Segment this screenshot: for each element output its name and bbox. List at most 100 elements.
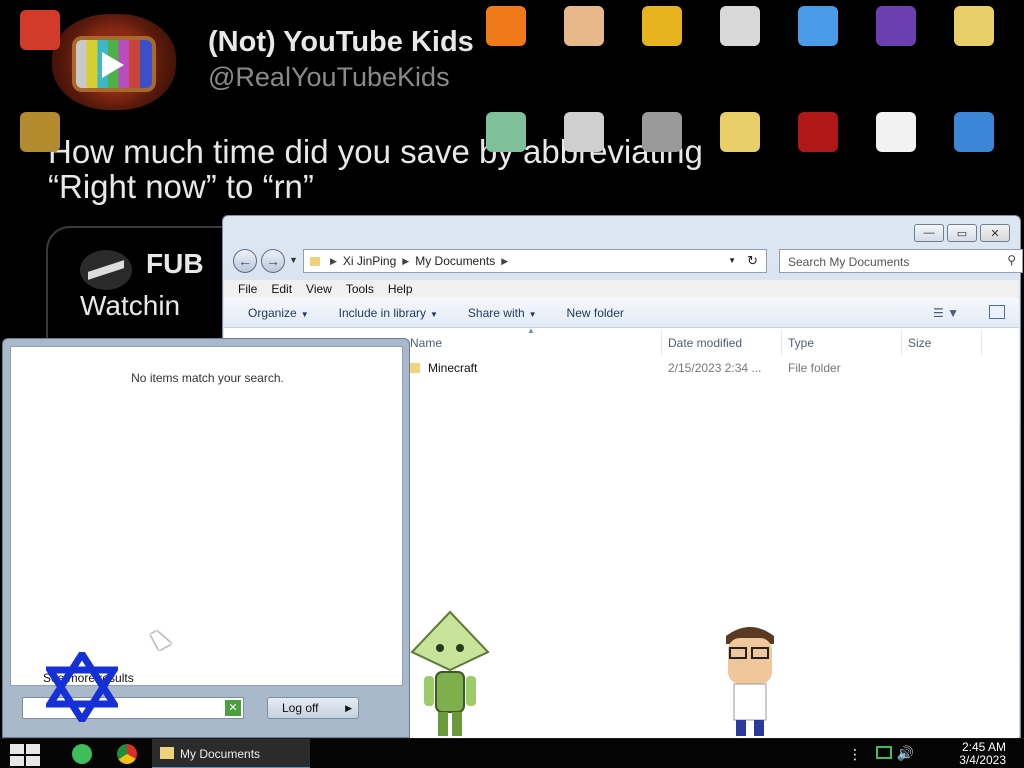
- desktop-icon[interactable]: [858, 6, 934, 49]
- clock-date: 3/4/2023: [959, 753, 1006, 767]
- row-name: Minecraft: [428, 361, 478, 375]
- spotify-icon[interactable]: [72, 744, 92, 764]
- desktop-icon[interactable]: [702, 112, 778, 155]
- window-controls: — ▭ ✕: [911, 224, 1010, 242]
- skull-icon: [564, 112, 604, 152]
- menu-file[interactable]: File: [238, 280, 257, 298]
- maximize-button[interactable]: ▭: [947, 224, 977, 242]
- chrome-icon[interactable]: [117, 744, 137, 764]
- close-button[interactable]: ✕: [980, 224, 1010, 242]
- menu-tools[interactable]: Tools: [346, 280, 374, 298]
- column-header-type[interactable]: Type: [782, 330, 902, 356]
- column-header-size[interactable]: Size: [902, 330, 982, 356]
- menu-edit[interactable]: Edit: [271, 280, 292, 298]
- menu-help[interactable]: Help: [388, 280, 413, 298]
- no-results-text: No items match your search.: [131, 371, 284, 385]
- volume-icon[interactable]: 🔊: [897, 745, 914, 762]
- desktop-icon[interactable]: [936, 112, 1012, 155]
- breadcrumb-separator-icon: ▶: [402, 255, 410, 266]
- desktop-icon[interactable]: [702, 6, 778, 49]
- table-row[interactable]: Minecraft 2/15/2023 2:34 ... File folder: [404, 358, 1004, 378]
- flash-folder-icon: [720, 112, 760, 152]
- desktop-icon[interactable]: [624, 112, 700, 155]
- desktop-icon[interactable]: [624, 6, 700, 49]
- taskbar-item-label: My Documents: [180, 747, 261, 761]
- avast-icon: [486, 6, 526, 46]
- star-of-david-icon: [46, 652, 118, 722]
- clock[interactable]: 2:45 AM 3/4/2023: [946, 741, 1006, 767]
- breadcrumb-my-documents[interactable]: My Documents: [415, 254, 495, 268]
- tweet-handle: @RealYouTubeKids: [208, 62, 450, 92]
- desktop-icon[interactable]: [780, 6, 856, 49]
- explorer-search-input[interactable]: Search My Documents ⚲: [779, 249, 1023, 273]
- breadcrumb-separator-icon: ▶: [501, 255, 509, 266]
- computer-icon: [954, 112, 994, 152]
- search-placeholder: Search My Documents: [788, 255, 910, 269]
- network-icon[interactable]: [876, 746, 892, 759]
- angry-bird-icon: [20, 10, 60, 50]
- overflow-dots-icon[interactable]: ⋮: [848, 746, 862, 763]
- desktop-icon[interactable]: [468, 6, 544, 49]
- de-logo-icon: [642, 6, 682, 46]
- quoted-text: Watchin: [80, 290, 181, 321]
- browser-icon: [798, 6, 838, 46]
- window-app-icon: [486, 112, 526, 152]
- start-button[interactable]: [8, 743, 42, 767]
- include-in-library-button[interactable]: Include in library ▼: [339, 306, 438, 320]
- log-off-button[interactable]: Log off ▶: [267, 697, 359, 719]
- view-options-icon[interactable]: ☰ ▼: [933, 306, 959, 320]
- menu-bar: File Edit View Tools Help: [224, 280, 1019, 298]
- menu-view[interactable]: View: [306, 280, 332, 298]
- desktop-icon[interactable]: [2, 112, 78, 155]
- tweet-display-name: (Not) YouTube Kids: [208, 26, 474, 58]
- support-person-icon: [564, 6, 604, 46]
- quoted-avatar-icon: [80, 250, 132, 290]
- green-cartoon-character: [410, 610, 490, 736]
- search-results-panel: No items match your search. See more res…: [10, 346, 403, 686]
- log-off-label: Log off: [282, 701, 319, 715]
- chevron-down-icon: ▼: [430, 309, 438, 319]
- taskbar: My Documents ⋮ 🔊 2:45 AM 3/4/2023: [0, 738, 1024, 768]
- forward-arrow-icon[interactable]: →: [261, 249, 285, 273]
- seven-zip-icon: [20, 112, 60, 152]
- desktop-icon[interactable]: [468, 112, 544, 155]
- row-date: 2/15/2023 2:34 ...: [668, 361, 762, 375]
- chevron-right-icon[interactable]: ▶: [345, 698, 352, 718]
- folder-icon: [310, 256, 320, 266]
- desktop-icon[interactable]: [936, 6, 1012, 49]
- taskbar-item-my-documents[interactable]: My Documents: [152, 739, 310, 768]
- refresh-icon[interactable]: ↻: [747, 253, 758, 269]
- desktop-icon[interactable]: [780, 112, 856, 155]
- organize-button[interactable]: Organize ▼: [248, 306, 309, 320]
- document-icon: [876, 112, 916, 152]
- new-folder-button[interactable]: New folder: [567, 306, 624, 320]
- address-dropdown-icon[interactable]: ▼: [728, 256, 736, 265]
- search-icon[interactable]: ⚲: [1007, 253, 1016, 267]
- column-header-date[interactable]: Date modified: [662, 330, 782, 356]
- chevron-down-icon: ▼: [300, 309, 309, 319]
- breadcrumb-separator-icon: ▶: [330, 255, 337, 266]
- desktop-icon[interactable]: [546, 112, 622, 155]
- minimize-button[interactable]: —: [914, 224, 944, 242]
- clear-search-icon[interactable]: ✕: [225, 700, 241, 716]
- organize-label: Organize: [248, 305, 297, 320]
- back-arrow-icon[interactable]: ←: [233, 249, 257, 273]
- row-type: File folder: [788, 361, 841, 375]
- desktop-icon[interactable]: [2, 10, 78, 53]
- desktop-icon[interactable]: [858, 112, 934, 155]
- breadcrumb-xi-jinping[interactable]: Xi JinPing: [343, 254, 396, 268]
- share-with-button[interactable]: Share with ▼: [468, 306, 537, 320]
- desktop-icon[interactable]: [546, 6, 622, 49]
- include-label: Include in library: [338, 305, 426, 320]
- column-header-name[interactable]: Name: [404, 330, 662, 356]
- user-folder-icon: [954, 6, 994, 46]
- preview-pane-icon[interactable]: [989, 305, 1005, 319]
- address-bar[interactable]: ▶ Xi JinPing ▶ My Documents ▶ ▼ ↻: [303, 249, 767, 273]
- chevron-down-icon: ▼: [528, 309, 537, 319]
- quoted-name: FUB: [146, 248, 204, 279]
- folder-icon: [160, 747, 174, 759]
- cpuz-icon: [876, 6, 916, 46]
- address-row: ← → ▼ ▶ Xi JinPing ▶ My Documents ▶ ▼ ↻ …: [233, 249, 1023, 273]
- command-bar: Organize ▼ Include in library ▼ Share with…: [224, 298, 1019, 328]
- recent-pages-chevron-icon[interactable]: ▼: [289, 255, 298, 265]
